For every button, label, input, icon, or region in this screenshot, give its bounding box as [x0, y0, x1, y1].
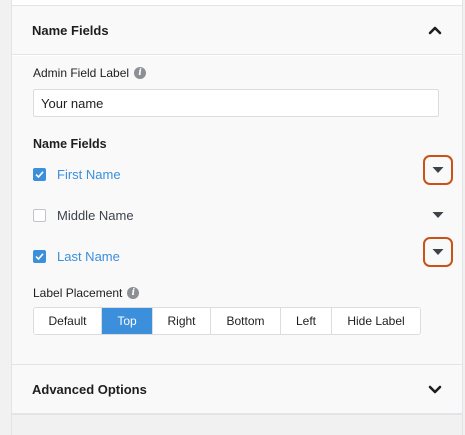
- section-title: Name Fields: [32, 22, 109, 38]
- middle-name-checkbox[interactable]: [33, 208, 46, 222]
- caret-down-icon: [432, 249, 444, 255]
- name-field-row-first: First Name: [33, 155, 453, 185]
- advanced-options-section-header[interactable]: Advanced Options: [12, 364, 462, 414]
- middle-name-label[interactable]: Middle Name: [57, 208, 134, 223]
- first-name-label[interactable]: First Name: [57, 167, 121, 182]
- caret-down-icon: [432, 167, 444, 173]
- last-name-checkbox[interactable]: [33, 249, 46, 263]
- last-name-label[interactable]: Last Name: [57, 249, 120, 264]
- middle-name-settings-toggle[interactable]: [423, 200, 453, 230]
- panel-footer-strip: [12, 414, 462, 435]
- placement-option-hide-label[interactable]: Hide Label: [332, 308, 420, 334]
- field-settings-panel: Name Fields Admin Field Label i Name Fie…: [11, 0, 463, 435]
- first-name-checkbox[interactable]: [33, 167, 46, 181]
- placement-option-bottom[interactable]: Bottom: [211, 308, 281, 334]
- section-title: Advanced Options: [32, 381, 147, 397]
- first-name-settings-toggle[interactable]: [423, 155, 453, 185]
- info-icon[interactable]: i: [127, 287, 140, 299]
- name-field-row-last: Last Name: [33, 237, 453, 267]
- placement-option-left[interactable]: Left: [281, 308, 332, 334]
- label-placement-button-group: Default Top Right Bottom Left Hide Label: [33, 307, 421, 335]
- admin-field-label-input[interactable]: [33, 89, 439, 117]
- name-fields-group-title: Name Fields: [33, 137, 107, 151]
- caret-down-icon: [432, 212, 444, 218]
- checkmark-icon: [35, 170, 44, 178]
- label-placement-label: Label Placement i: [33, 286, 140, 300]
- admin-field-label-text: Admin Field Label: [33, 66, 130, 80]
- placement-option-default[interactable]: Default: [34, 308, 102, 334]
- checkmark-icon: [35, 252, 44, 260]
- last-name-settings-toggle[interactable]: [423, 237, 453, 267]
- placement-option-top[interactable]: Top: [102, 308, 153, 334]
- label-placement-text: Label Placement: [33, 286, 123, 300]
- name-field-row-middle: Middle Name: [33, 204, 453, 226]
- chevron-down-icon[interactable]: [428, 382, 442, 396]
- info-icon[interactable]: i: [134, 67, 147, 79]
- chevron-up-icon[interactable]: [428, 23, 442, 37]
- placement-option-right[interactable]: Right: [153, 308, 211, 334]
- name-fields-section-header[interactable]: Name Fields: [12, 5, 462, 55]
- admin-field-label: Admin Field Label i: [33, 66, 147, 80]
